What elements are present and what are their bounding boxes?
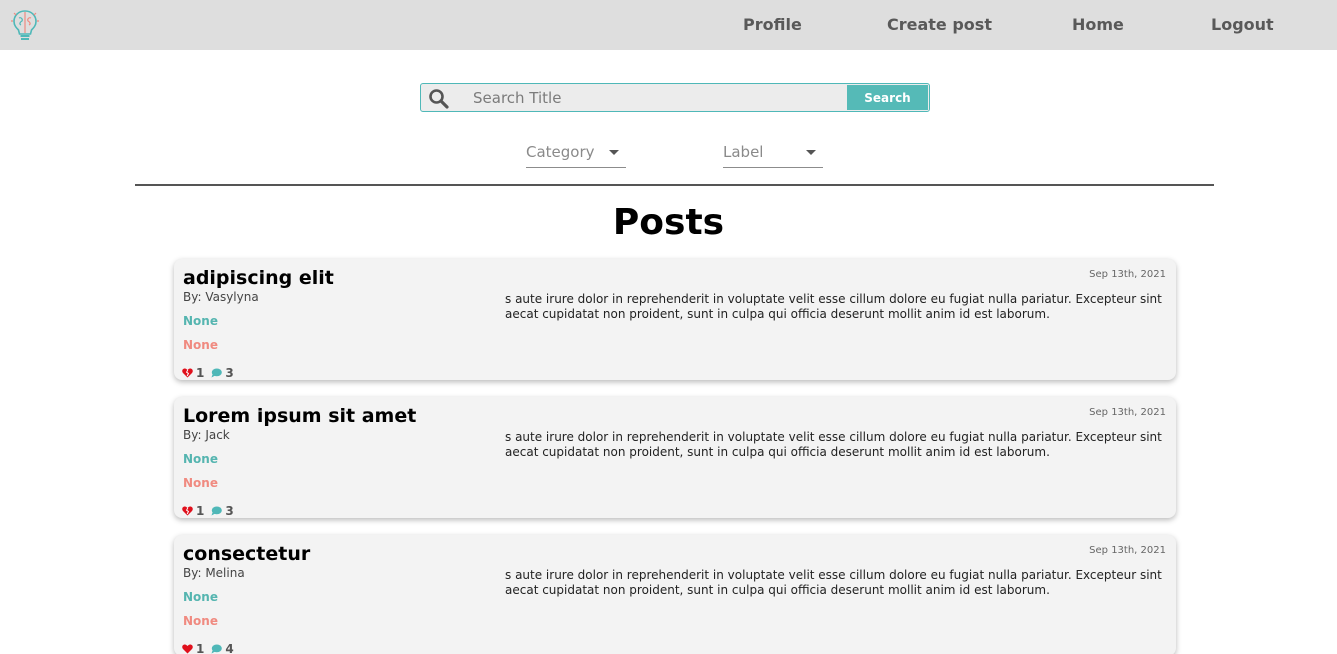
post-label: None xyxy=(183,338,218,352)
comment-icon[interactable] xyxy=(211,506,223,516)
like-count: 1 xyxy=(196,504,205,518)
post-body: s aute irure dolor in reprehenderit in v… xyxy=(505,568,1162,597)
post-stats: 1 4 xyxy=(182,642,241,654)
nav-link-home[interactable]: Home xyxy=(1072,15,1124,34)
post-title[interactable]: adipiscing elit xyxy=(183,267,334,289)
heart-icon[interactable] xyxy=(182,644,193,654)
post-card[interactable]: Lorem ipsum sit amet By: Jack None None … xyxy=(174,397,1176,518)
search-icon xyxy=(428,88,450,110)
label-dropdown-label: Label xyxy=(723,143,764,161)
post-label: None xyxy=(183,476,218,490)
post-label: None xyxy=(183,614,218,628)
search-button[interactable]: Search xyxy=(847,85,928,110)
post-category: None xyxy=(183,452,218,466)
lightbulb-brain-icon[interactable] xyxy=(10,9,40,43)
label-dropdown[interactable]: Label xyxy=(723,140,823,168)
post-date: Sep 13th, 2021 xyxy=(1089,545,1166,556)
comment-count: 4 xyxy=(225,642,234,654)
post-body: s aute irure dolor in reprehenderit in v… xyxy=(505,292,1162,321)
category-dropdown-label: Category xyxy=(526,143,595,161)
post-card[interactable]: consectetur By: Melina None None 1 4 Sep… xyxy=(174,535,1176,654)
nav-link-profile[interactable]: Profile xyxy=(743,15,802,34)
caret-down-icon xyxy=(609,150,619,155)
post-date: Sep 13th, 2021 xyxy=(1089,269,1166,280)
search-bar: Search xyxy=(420,83,930,112)
post-body: s aute irure dolor in reprehenderit in v… xyxy=(505,430,1162,459)
post-stats: 1 3 xyxy=(182,366,241,380)
post-author: By: Jack xyxy=(183,428,230,442)
post-title[interactable]: consectetur xyxy=(183,543,310,565)
like-count: 1 xyxy=(196,642,205,654)
comment-icon[interactable] xyxy=(211,368,223,378)
comment-icon[interactable] xyxy=(211,644,223,654)
post-card[interactable]: adipiscing elit By: Vasylyna None None 1… xyxy=(174,259,1176,380)
post-author: By: Vasylyna xyxy=(183,290,259,304)
caret-down-icon xyxy=(806,150,816,155)
broken-heart-icon[interactable] xyxy=(182,506,193,516)
comment-count: 3 xyxy=(225,366,234,380)
category-dropdown[interactable]: Category xyxy=(526,140,626,168)
nav-link-create-post[interactable]: Create post xyxy=(887,15,992,34)
page-title: Posts xyxy=(612,202,725,243)
nav-link-logout[interactable]: Logout xyxy=(1211,15,1274,34)
post-stats: 1 3 xyxy=(182,504,241,518)
search-input[interactable] xyxy=(459,84,844,111)
divider xyxy=(135,184,1214,186)
navbar: Profile Create post Home Logout xyxy=(0,0,1337,50)
post-title[interactable]: Lorem ipsum sit amet xyxy=(183,405,416,427)
post-author: By: Melina xyxy=(183,566,245,580)
comment-count: 3 xyxy=(225,504,234,518)
broken-heart-icon[interactable] xyxy=(182,368,193,378)
post-category: None xyxy=(183,590,218,604)
post-date: Sep 13th, 2021 xyxy=(1089,407,1166,418)
like-count: 1 xyxy=(196,366,205,380)
post-category: None xyxy=(183,314,218,328)
